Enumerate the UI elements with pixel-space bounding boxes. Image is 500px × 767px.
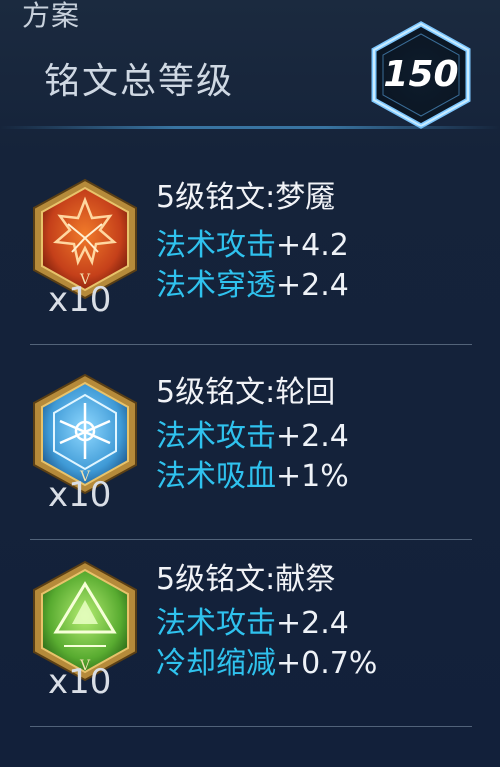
scheme-title-fragment: 方案	[22, 0, 81, 32]
rune-name: 5级铭文:梦魇	[156, 180, 336, 215]
total-level-badge: 150	[368, 20, 474, 130]
rune-stat: 法术攻击+2.4	[156, 411, 349, 455]
rune-stat: 法术吸血+1%	[156, 451, 349, 495]
rune-count: x10	[48, 475, 112, 515]
rune-stat: 法术攻击+2.4	[156, 598, 349, 642]
rune-total-level-label: 铭文总等级	[44, 61, 235, 102]
rune-row[interactable]: V x10 5级铭文:梦魇 法术攻击+4.2 法术穿透+2.4	[0, 150, 500, 345]
rune-name: 5级铭文:献祭	[156, 562, 336, 597]
row-divider	[30, 726, 472, 727]
stat-value: +1%	[276, 459, 349, 494]
stat-value: +2.4	[276, 419, 349, 454]
rune-stat: 法术穿透+2.4	[156, 260, 349, 304]
stat-name: 法术攻击	[156, 606, 276, 641]
header-divider	[0, 126, 500, 129]
stat-value: +0.7%	[276, 646, 378, 681]
stat-value: +2.4	[276, 606, 349, 641]
rune-count: x10	[48, 662, 112, 702]
stat-value: +2.4	[276, 268, 349, 303]
stat-name: 法术吸血	[156, 459, 276, 494]
stat-name: 法术穿透	[156, 268, 276, 303]
rune-count: x10	[48, 280, 112, 320]
rune-stat: 冷却缩减+0.7%	[156, 638, 377, 682]
stat-name: 法术攻击	[156, 228, 276, 263]
stat-name: 冷却缩减	[156, 646, 276, 681]
stat-value: +4.2	[276, 228, 349, 263]
rune-row[interactable]: V x10 5级铭文:轮回 法术攻击+2.4 法术吸血+1%	[0, 345, 500, 540]
stat-name: 法术攻击	[156, 419, 276, 454]
rune-name: 5级铭文:轮回	[156, 375, 336, 410]
rune-stat: 法术攻击+4.2	[156, 220, 349, 264]
rune-row[interactable]: V x10 5级铭文:献祭 法术攻击+2.4 冷却缩减+0.7%	[0, 532, 500, 727]
total-level-value: 150	[383, 54, 459, 95]
